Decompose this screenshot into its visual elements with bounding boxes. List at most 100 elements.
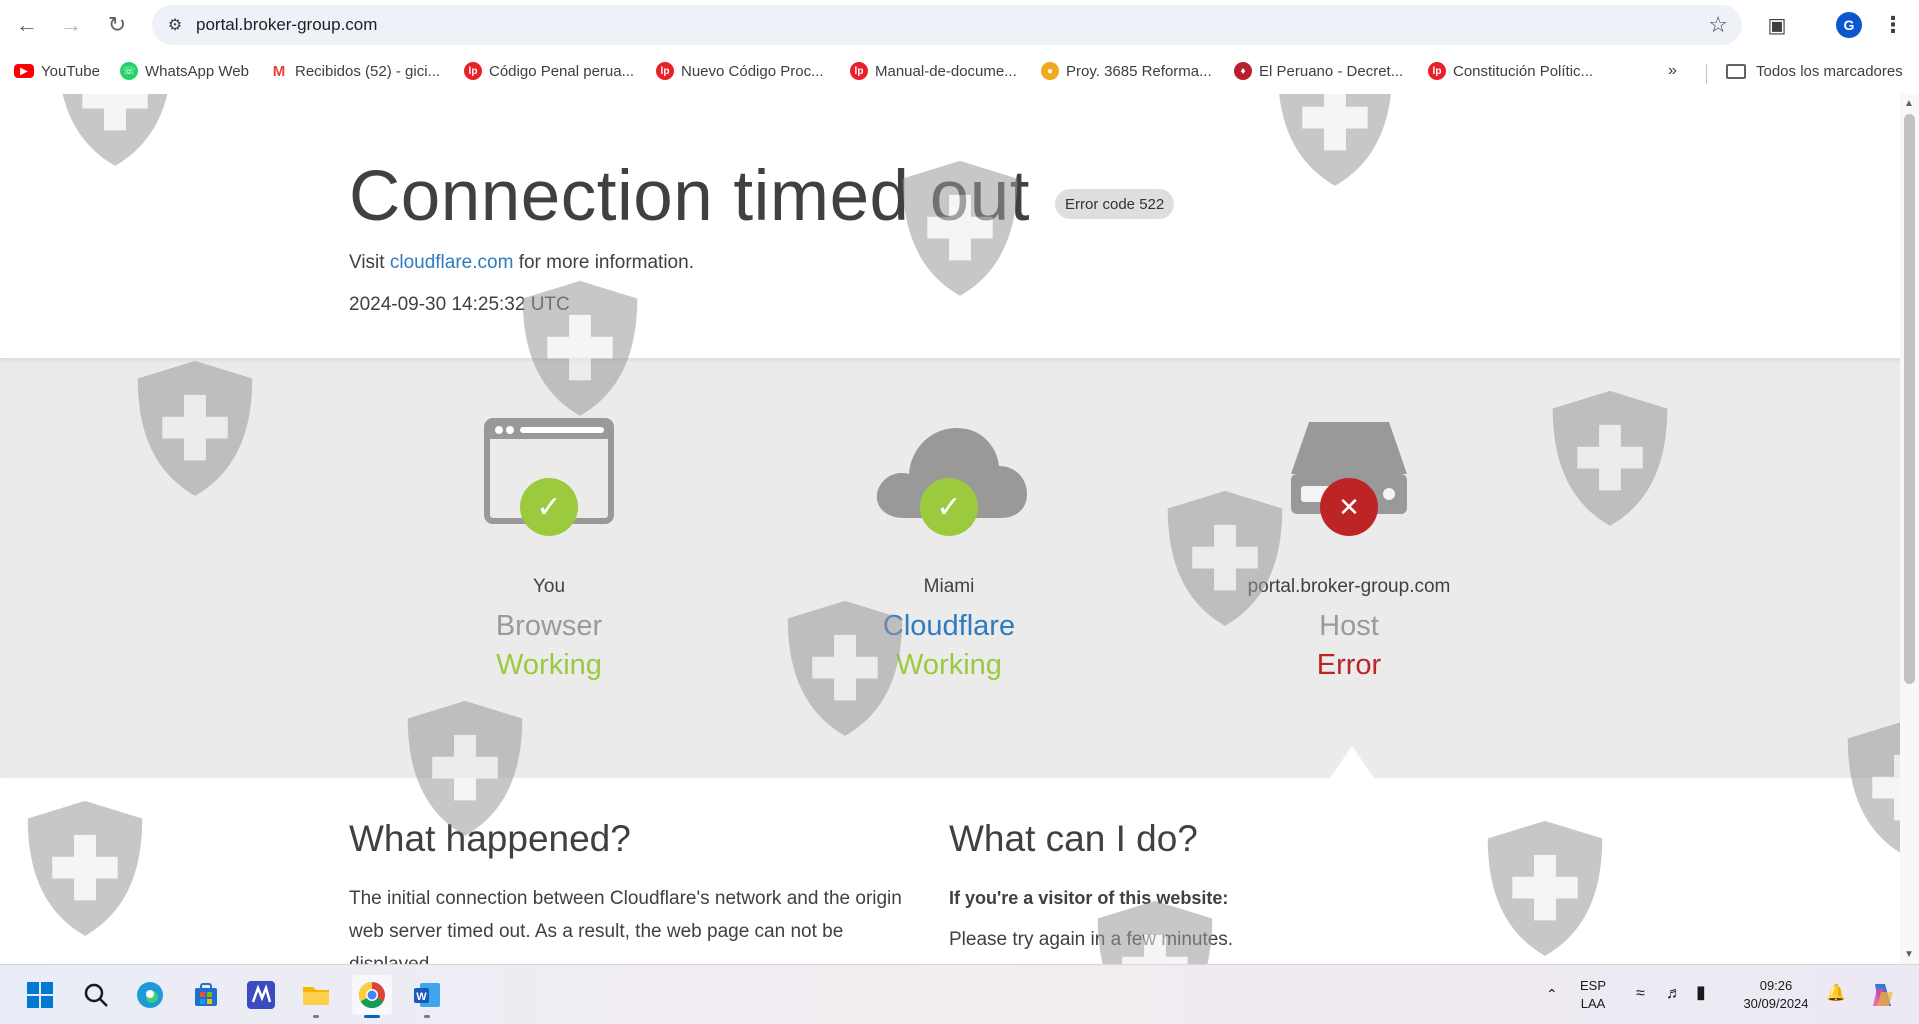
bookmark-label: El Peruano - Decret... <box>1259 62 1404 80</box>
forward-button[interactable]: → <box>56 10 86 40</box>
file-explorer-button[interactable] <box>296 975 336 1018</box>
node-status: Working <box>896 649 1002 681</box>
bookmark-label: Nuevo Código Proc... <box>681 62 824 80</box>
windows-taskbar: W ⌃ ESP LAA ≈ ♬ ▮ 09:26 30/09/2024 🔔 <box>0 964 1919 1024</box>
edge-icon <box>137 982 163 1008</box>
all-bookmarks-button[interactable]: Todos los marcadores <box>1726 60 1903 82</box>
reload-icon: ↻ <box>107 12 127 37</box>
m-app-icon <box>247 981 275 1009</box>
svg-text:W: W <box>416 991 427 1003</box>
bookmark-star-icon[interactable]: ☆ <box>1708 12 1728 38</box>
host-pointer-arrow <box>1330 746 1374 778</box>
node-location: Miami <box>923 576 975 597</box>
bookmark-label: YouTube <box>41 62 100 80</box>
visit-line: Visit cloudflare.com for more informatio… <box>349 252 694 274</box>
clock-date: 30/09/2024 <box>1743 996 1809 1011</box>
bookmark-el-peruano[interactable]: ♦ El Peruano - Decret... <box>1234 60 1403 82</box>
bookmark-youtube[interactable]: ▶ YouTube <box>14 60 100 82</box>
node-browser: ✓ You Browser Working <box>389 418 709 682</box>
node-location: You <box>532 576 566 597</box>
copilot-icon <box>1873 984 1893 1006</box>
app-button[interactable] <box>241 975 281 1015</box>
profile-avatar[interactable]: G <box>1836 12 1862 38</box>
tray-chevron-icon[interactable]: ⌃ <box>1546 985 1558 1003</box>
youtube-icon: ▶ <box>14 64 34 78</box>
start-button[interactable] <box>20 975 60 1015</box>
browser-window-icon: ✓ <box>389 418 709 568</box>
cloud-icon: ✓ <box>789 418 1109 568</box>
browser-toolbar: ← → ↻ ⚙ portal.broker-group.com ☆ ▣ G ⋮ <box>0 0 1919 50</box>
bookmark-nuevo-codigo[interactable]: lp Nuevo Código Proc... <box>656 60 824 82</box>
bookmark-constitucion[interactable]: lp Constitución Polític... <box>1428 60 1593 82</box>
node-location: portal.broker-group.com <box>1247 576 1451 597</box>
reload-button[interactable]: ↻ <box>102 10 132 40</box>
bookmark-label: Recibidos (52) - gici... <box>295 62 441 80</box>
word-button[interactable]: W <box>407 975 447 1018</box>
running-indicator <box>313 1015 319 1018</box>
site-settings-icon[interactable]: ⚙ <box>164 14 186 36</box>
scroll-up-icon[interactable]: ▲ <box>1904 98 1914 109</box>
bookmark-label: Manual-de-docume... <box>875 62 1017 80</box>
bookmark-manual[interactable]: lp Manual-de-docume... <box>850 60 1017 82</box>
clock-time: 09:26 <box>1759 978 1793 993</box>
windows-logo-icon <box>27 982 53 1008</box>
address-bar[interactable]: ⚙ portal.broker-group.com ☆ <box>152 5 1742 45</box>
chrome-button[interactable] <box>352 975 392 1018</box>
bookmark-codigo-penal[interactable]: lp Código Penal perua... <box>464 60 634 82</box>
all-bookmarks-label: Todos los marcadores <box>1756 62 1903 80</box>
node-host: ✕ portal.broker-group.com Host Error <box>1189 418 1509 682</box>
store-button[interactable] <box>186 975 226 1015</box>
check-icon: ✓ <box>520 478 578 536</box>
cloudflare-link[interactable]: cloudflare.com <box>390 252 514 273</box>
bookmark-label: WhatsApp Web <box>145 62 249 80</box>
clock[interactable]: 09:26 30/09/2024 <box>1736 977 1816 1013</box>
bookmark-whatsapp[interactable]: ☏ WhatsApp Web <box>120 60 249 82</box>
whatsapp-icon: ☏ <box>120 62 138 80</box>
edge-button[interactable] <box>130 975 170 1015</box>
error-x-icon: ✕ <box>1320 478 1378 536</box>
bookmark-gmail[interactable]: M Recibidos (52) - gici... <box>270 60 440 82</box>
volume-icon[interactable]: ♬ <box>1666 985 1682 1003</box>
copilot-button[interactable] <box>1862 975 1902 1015</box>
server-icon: ✕ <box>1189 418 1509 568</box>
more-bookmarks-button[interactable]: » <box>1668 62 1677 80</box>
wifi-icon[interactable]: ≈ <box>1636 985 1645 1003</box>
gmail-icon: M <box>270 62 288 80</box>
visitor-text: Please try again in a few minutes. <box>949 929 1234 950</box>
explanation-section: What happened? The initial connection be… <box>0 778 1900 964</box>
extensions-icon[interactable]: ▣ <box>1762 10 1792 40</box>
scrollbar-thumb[interactable] <box>1904 114 1915 684</box>
node-status: Working <box>496 649 602 681</box>
arrow-left-icon: ← <box>16 12 38 37</box>
node-type[interactable]: Cloudflare <box>789 610 1109 643</box>
more-menu-icon[interactable]: ⋮ <box>1878 10 1908 40</box>
node-type: Host <box>1319 610 1379 642</box>
word-icon: W <box>414 983 440 1007</box>
bookmark-label: Proy. 3685 Reforma... <box>1066 62 1212 80</box>
what-happened-heading: What happened? <box>349 818 631 859</box>
node-status: Error <box>1316 649 1382 681</box>
scroll-down-icon[interactable]: ▼ <box>1904 949 1914 960</box>
bookmark-label: Código Penal perua... <box>489 62 635 80</box>
arrow-right-icon: → <box>60 12 82 37</box>
search-icon <box>84 983 108 1007</box>
bookmark-proy-3685[interactable]: ● Proy. 3685 Reforma... <box>1041 60 1212 82</box>
folder-icon <box>1726 63 1746 79</box>
language-code: ESP <box>1580 978 1607 993</box>
what-happened-text: The initial connection between Cloudflar… <box>349 888 902 964</box>
notification-bell-icon[interactable]: 🔔 <box>1826 985 1846 1003</box>
page-scrollbar[interactable]: ▲ ▼ <box>1900 94 1919 964</box>
back-button[interactable]: ← <box>12 10 42 40</box>
page-viewport: Connection timed out Error code 522 Visi… <box>0 94 1900 964</box>
lp-icon: lp <box>464 62 482 80</box>
search-button[interactable] <box>76 975 116 1015</box>
battery-icon[interactable]: ▮ <box>1696 983 1706 1001</box>
language-indicator[interactable]: ESP LAA <box>1580 977 1606 1013</box>
page-title: Connection timed out <box>349 157 1030 236</box>
what-happened-column: What happened? The initial connection be… <box>349 818 909 964</box>
chrome-icon <box>358 981 385 1009</box>
url-text[interactable]: portal.broker-group.com <box>196 15 377 35</box>
visitor-label: If you're a visitor of this website: <box>949 888 1229 908</box>
bookmark-label: Constitución Polític... <box>1453 62 1594 80</box>
error-header: Connection timed out Error code 522 Visi… <box>0 94 1900 358</box>
